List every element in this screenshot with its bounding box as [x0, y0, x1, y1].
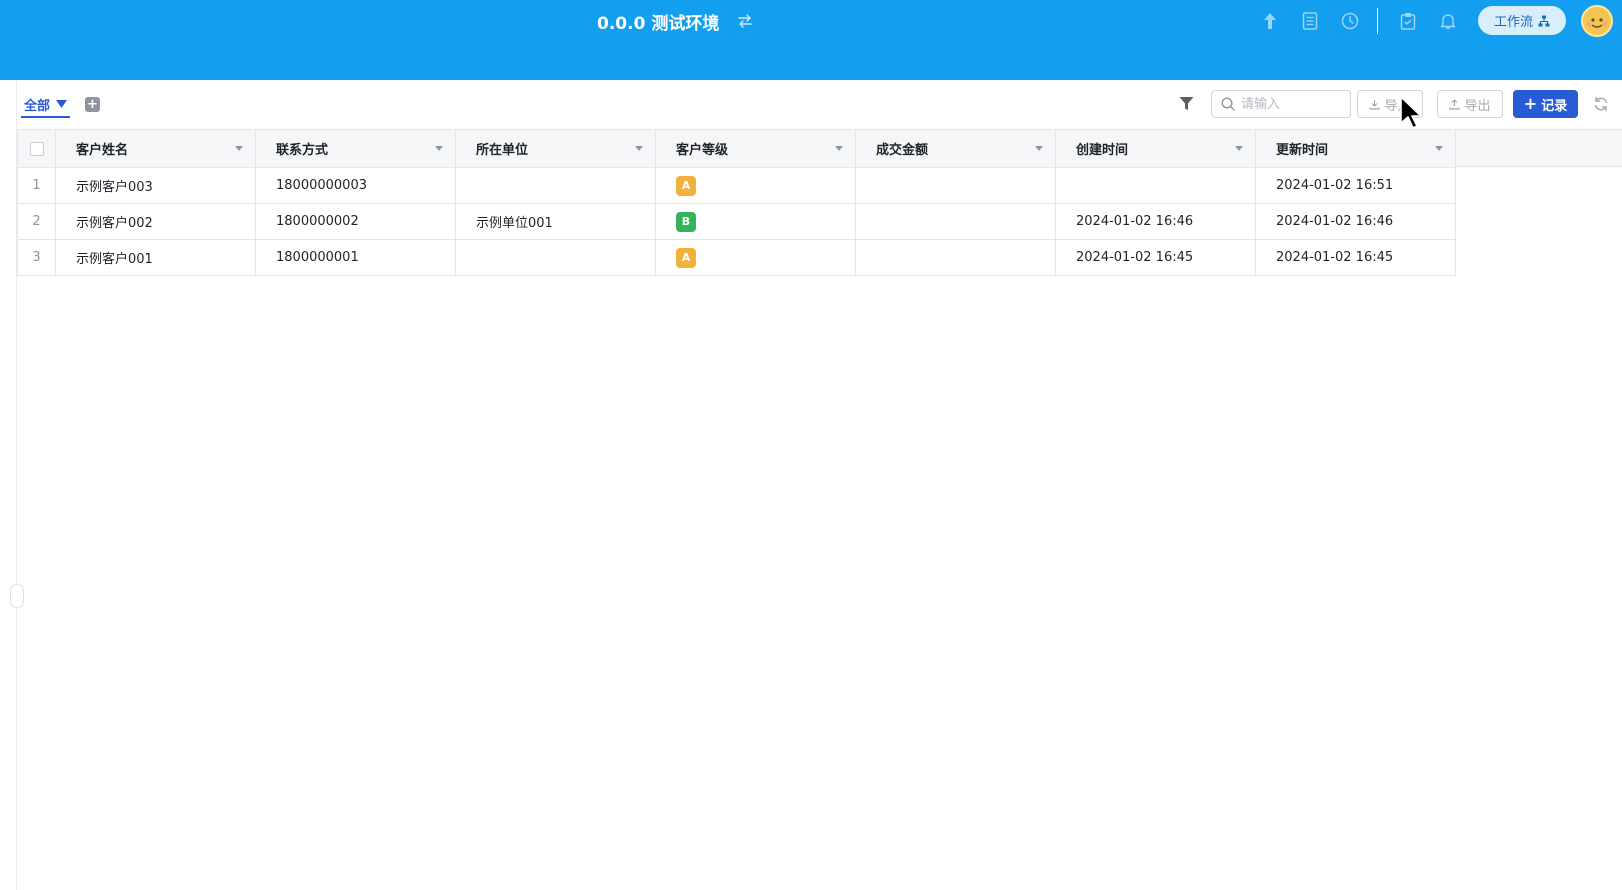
header-divider	[1377, 8, 1378, 34]
column-menu-caret-icon[interactable]	[235, 146, 243, 151]
column-header-label: 创建时间	[1076, 143, 1129, 158]
app-window: 0.0.0 测试环境 工作流 全部 + 请输入 导入 导出 + 记录 客户姓名 …	[0, 0, 1622, 890]
search-input-box[interactable]	[1211, 90, 1351, 118]
column-header-label: 客户姓名	[76, 143, 129, 158]
customer-table: 客户姓名 联系方式 所在单位 客户等级 成交金额 创建时间 更新时间 1 示例客…	[17, 129, 1456, 276]
column-header[interactable]: 更新时间	[1255, 129, 1456, 168]
export-button[interactable]: 导出	[1437, 90, 1503, 118]
column-header[interactable]: 所在单位	[455, 129, 656, 168]
row-index: 3	[17, 239, 56, 276]
cell-company[interactable]	[455, 167, 656, 204]
swap-arrows-icon[interactable]	[737, 14, 753, 28]
cell-customer-name[interactable]: 示例客户002	[55, 203, 256, 240]
level-badge: B	[676, 211, 696, 232]
column-header[interactable]: 客户等级	[655, 129, 856, 168]
column-header-label: 客户等级	[676, 143, 729, 158]
table-row[interactable]: 2 示例客户002 1800000002 示例单位001 B 2024-01-0…	[17, 203, 1456, 240]
top-header-bar: 0.0.0 测试环境 工作流	[0, 0, 1622, 80]
cell-level[interactable]: A	[655, 167, 856, 204]
cell-created-time[interactable]	[1055, 167, 1256, 204]
row-index: 1	[17, 167, 56, 204]
cell-customer-name[interactable]: 示例客户001	[55, 239, 256, 276]
search-icon	[1221, 97, 1235, 111]
refresh-icon[interactable]	[1592, 95, 1610, 113]
user-avatar[interactable]	[1581, 5, 1613, 37]
select-all-cell	[17, 129, 56, 168]
level-badge: A	[676, 175, 696, 196]
add-view-button[interactable]: +	[85, 97, 100, 112]
column-menu-caret-icon[interactable]	[835, 146, 843, 151]
cell-updated-time[interactable]: 2024-01-02 16:46	[1255, 203, 1456, 240]
import-label: 导入	[1384, 98, 1411, 114]
filter-icon[interactable]	[1177, 94, 1195, 112]
table-header-row: 客户姓名 联系方式 所在单位 客户等级 成交金额 创建时间 更新时间	[17, 129, 1456, 168]
cell-customer-name[interactable]: 示例客户003	[55, 167, 256, 204]
document-icon[interactable]	[1298, 9, 1322, 33]
clock-icon[interactable]	[1338, 9, 1362, 33]
cell-company[interactable]	[455, 239, 656, 276]
bell-icon[interactable]	[1436, 9, 1460, 33]
add-record-label: 记录	[1541, 98, 1568, 114]
upload-icon	[1449, 98, 1461, 110]
table-row[interactable]: 1 示例客户003 18000000003 A 2024-01-02 16:51	[17, 167, 1456, 204]
select-all-checkbox[interactable]	[29, 141, 44, 156]
cell-amount[interactable]	[855, 167, 1056, 204]
cell-level[interactable]: A	[655, 239, 856, 276]
table-row[interactable]: 3 示例客户001 1800000001 A 2024-01-02 16:45 …	[17, 239, 1456, 276]
workflow-label: 工作流	[1493, 15, 1533, 30]
view-tab-label: 全部	[24, 98, 51, 114]
cell-contact[interactable]: 1800000001	[255, 239, 456, 276]
column-header[interactable]: 创建时间	[1055, 129, 1256, 168]
column-header-label: 联系方式	[276, 143, 329, 158]
environment-switcher[interactable]: 0.0.0 测试环境	[597, 9, 753, 34]
cell-created-time[interactable]: 2024-01-02 16:45	[1055, 239, 1256, 276]
cell-amount[interactable]	[855, 239, 1056, 276]
workflow-button[interactable]: 工作流	[1478, 6, 1566, 35]
import-button[interactable]: 导入	[1357, 90, 1423, 118]
download-icon	[1369, 99, 1381, 110]
column-menu-caret-icon[interactable]	[1235, 146, 1243, 151]
cell-contact[interactable]: 1800000002	[255, 203, 456, 240]
view-tab-all[interactable]: 全部	[21, 94, 71, 118]
upload-arrow-icon[interactable]	[1258, 9, 1282, 33]
plus-icon: +	[1523, 94, 1538, 113]
column-header-label: 所在单位	[476, 143, 529, 158]
caret-down-icon	[56, 100, 68, 108]
column-header[interactable]: 成交金额	[855, 129, 1056, 168]
cell-company[interactable]: 示例单位001	[455, 203, 656, 240]
environment-title: 0.0.0 测试环境	[597, 13, 720, 34]
level-badge: A	[676, 247, 696, 268]
sidebar-toggle-handle[interactable]	[10, 584, 24, 608]
cell-contact[interactable]: 18000000003	[255, 167, 456, 204]
content-panel: 全部 + 导入 导出 + 记录	[10, 80, 1622, 890]
add-record-button[interactable]: + 记录	[1513, 90, 1578, 118]
column-menu-caret-icon[interactable]	[1435, 146, 1443, 151]
cell-created-time[interactable]: 2024-01-02 16:46	[1055, 203, 1256, 240]
column-header-label: 更新时间	[1276, 143, 1329, 158]
column-menu-caret-icon[interactable]	[435, 146, 443, 151]
clipboard-icon[interactable]	[1396, 9, 1420, 33]
cell-updated-time[interactable]: 2024-01-02 16:45	[1255, 239, 1456, 276]
export-label: 导出	[1464, 98, 1491, 114]
cell-amount[interactable]	[855, 203, 1056, 240]
column-menu-caret-icon[interactable]	[1035, 146, 1043, 151]
column-menu-caret-icon[interactable]	[635, 146, 643, 151]
cell-updated-time[interactable]: 2024-01-02 16:51	[1255, 167, 1456, 204]
column-header[interactable]: 联系方式	[255, 129, 456, 168]
cell-level[interactable]: B	[655, 203, 856, 240]
workflow-tree-icon	[1538, 15, 1550, 26]
search-input[interactable]	[1241, 96, 1341, 112]
column-header[interactable]: 客户姓名	[55, 129, 256, 168]
column-header-label: 成交金额	[876, 143, 929, 158]
row-index: 2	[17, 203, 56, 240]
